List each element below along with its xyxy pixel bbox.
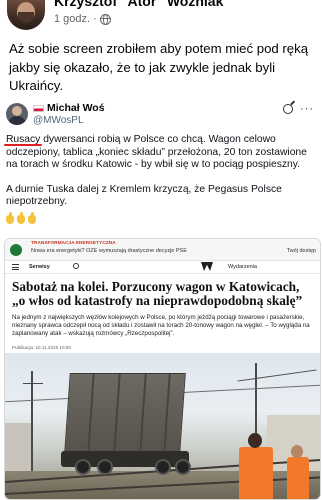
grok-icon [283, 104, 293, 114]
pointing-down-icon [17, 212, 25, 224]
post-time[interactable]: 1 godz. [54, 13, 90, 25]
tweet-author: Michał Woś [33, 102, 105, 114]
tweet-actions: ··· [283, 103, 314, 115]
tweet-handle: @MWosPL [33, 115, 84, 126]
pointing-down-icon [28, 212, 36, 224]
article-access: Twój dostęp [286, 248, 316, 254]
tweet-paragraph-2: A durnie Tuska dalej z Kremlem krzyczą, … [6, 183, 282, 208]
nav-wydarzenia: Wydarzenia [228, 264, 257, 270]
underlined-word: Rusacy [6, 134, 41, 145]
tweet-paragraph-1: Rusacy dywersanci robią w Polsce co chcą… [6, 134, 307, 171]
site-logo [10, 244, 22, 256]
railway-worker [287, 457, 309, 499]
post-meta: 1 godz. · [54, 13, 111, 25]
pointing-down-icon [6, 212, 14, 224]
nav-serwisy: Serwisy [29, 264, 50, 270]
search-icon [73, 263, 79, 269]
author-avatar[interactable] [7, 0, 45, 30]
post-header: Krzysztof "Ator" Woźniak 1 godz. · [0, 0, 322, 34]
more-options-icon: ··· [300, 103, 314, 115]
article-nav: Serwisy Wydarzenia [5, 261, 320, 274]
article-photo [5, 353, 320, 499]
tweet-screenshot: Michał Woś @MWosPL ··· Rusacy dywersanci… [0, 98, 322, 500]
article-topbar-headline: Nowa era energetyki? OZE wymuszają drast… [31, 248, 187, 254]
article-topbar: TRANSFORMACJA ENERGETYCZNA Nowa era ener… [5, 239, 320, 261]
poland-flag-icon [33, 104, 44, 112]
tweet-author-name: Michał Woś [47, 102, 105, 114]
article-topbar-tag: TRANSFORMACJA ENERGETYCZNA [31, 241, 116, 246]
menu-icon [12, 264, 19, 270]
globe-icon [99, 13, 111, 25]
railway-worker [239, 447, 273, 499]
article-date: Publikacja: 10.11.2025 10:00 [12, 345, 71, 351]
tweet-avatar [6, 103, 28, 125]
article-screenshot: TRANSFORMACJA ENERGETYCZNA Nowa era ener… [4, 238, 321, 500]
pointing-down-emojis [6, 212, 36, 224]
article-lead: Na jednym z największych węzłów kolejowy… [12, 314, 310, 338]
freight-wagon [64, 373, 186, 454]
article-headline: Sabotaż na kolei. Porzucony wagon w Kato… [12, 279, 303, 309]
post-text: Aż sobie screen zrobiłem aby potem mieć … [9, 41, 309, 93]
rzeczpospolita-logo [201, 262, 213, 271]
tweet-body: Rusacy dywersanci robią w Polsce co chcą… [6, 134, 316, 221]
author-name[interactable]: Krzysztof "Ator" Woźniak [54, 0, 223, 9]
